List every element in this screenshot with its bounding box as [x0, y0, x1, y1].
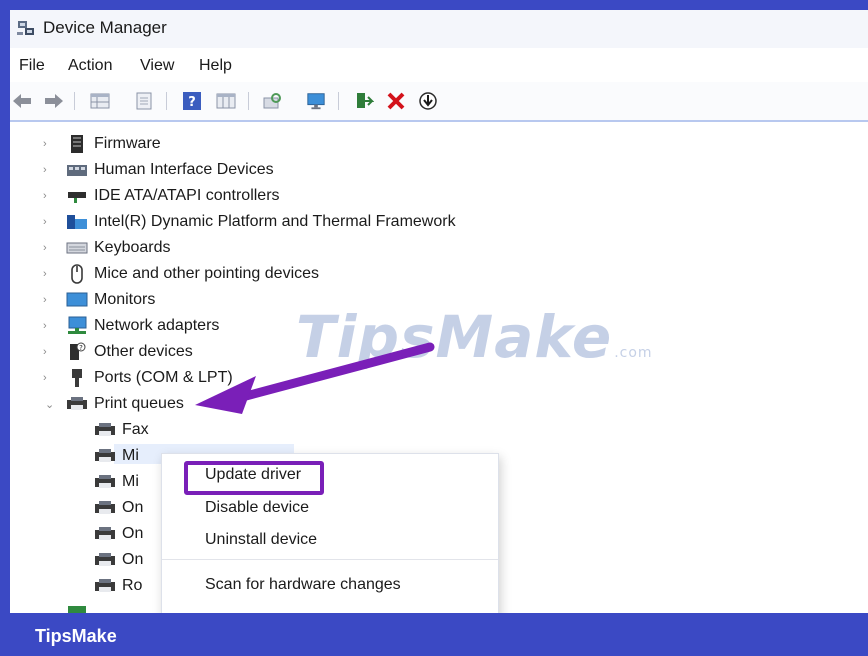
footer-brand: TipsMake [35, 626, 117, 646]
annotation-arrow-icon [195, 342, 435, 414]
footer-banner: TipsMake [0, 613, 868, 656]
device-manager-window: Device Manager File Action View Help ? ›… [10, 10, 868, 613]
